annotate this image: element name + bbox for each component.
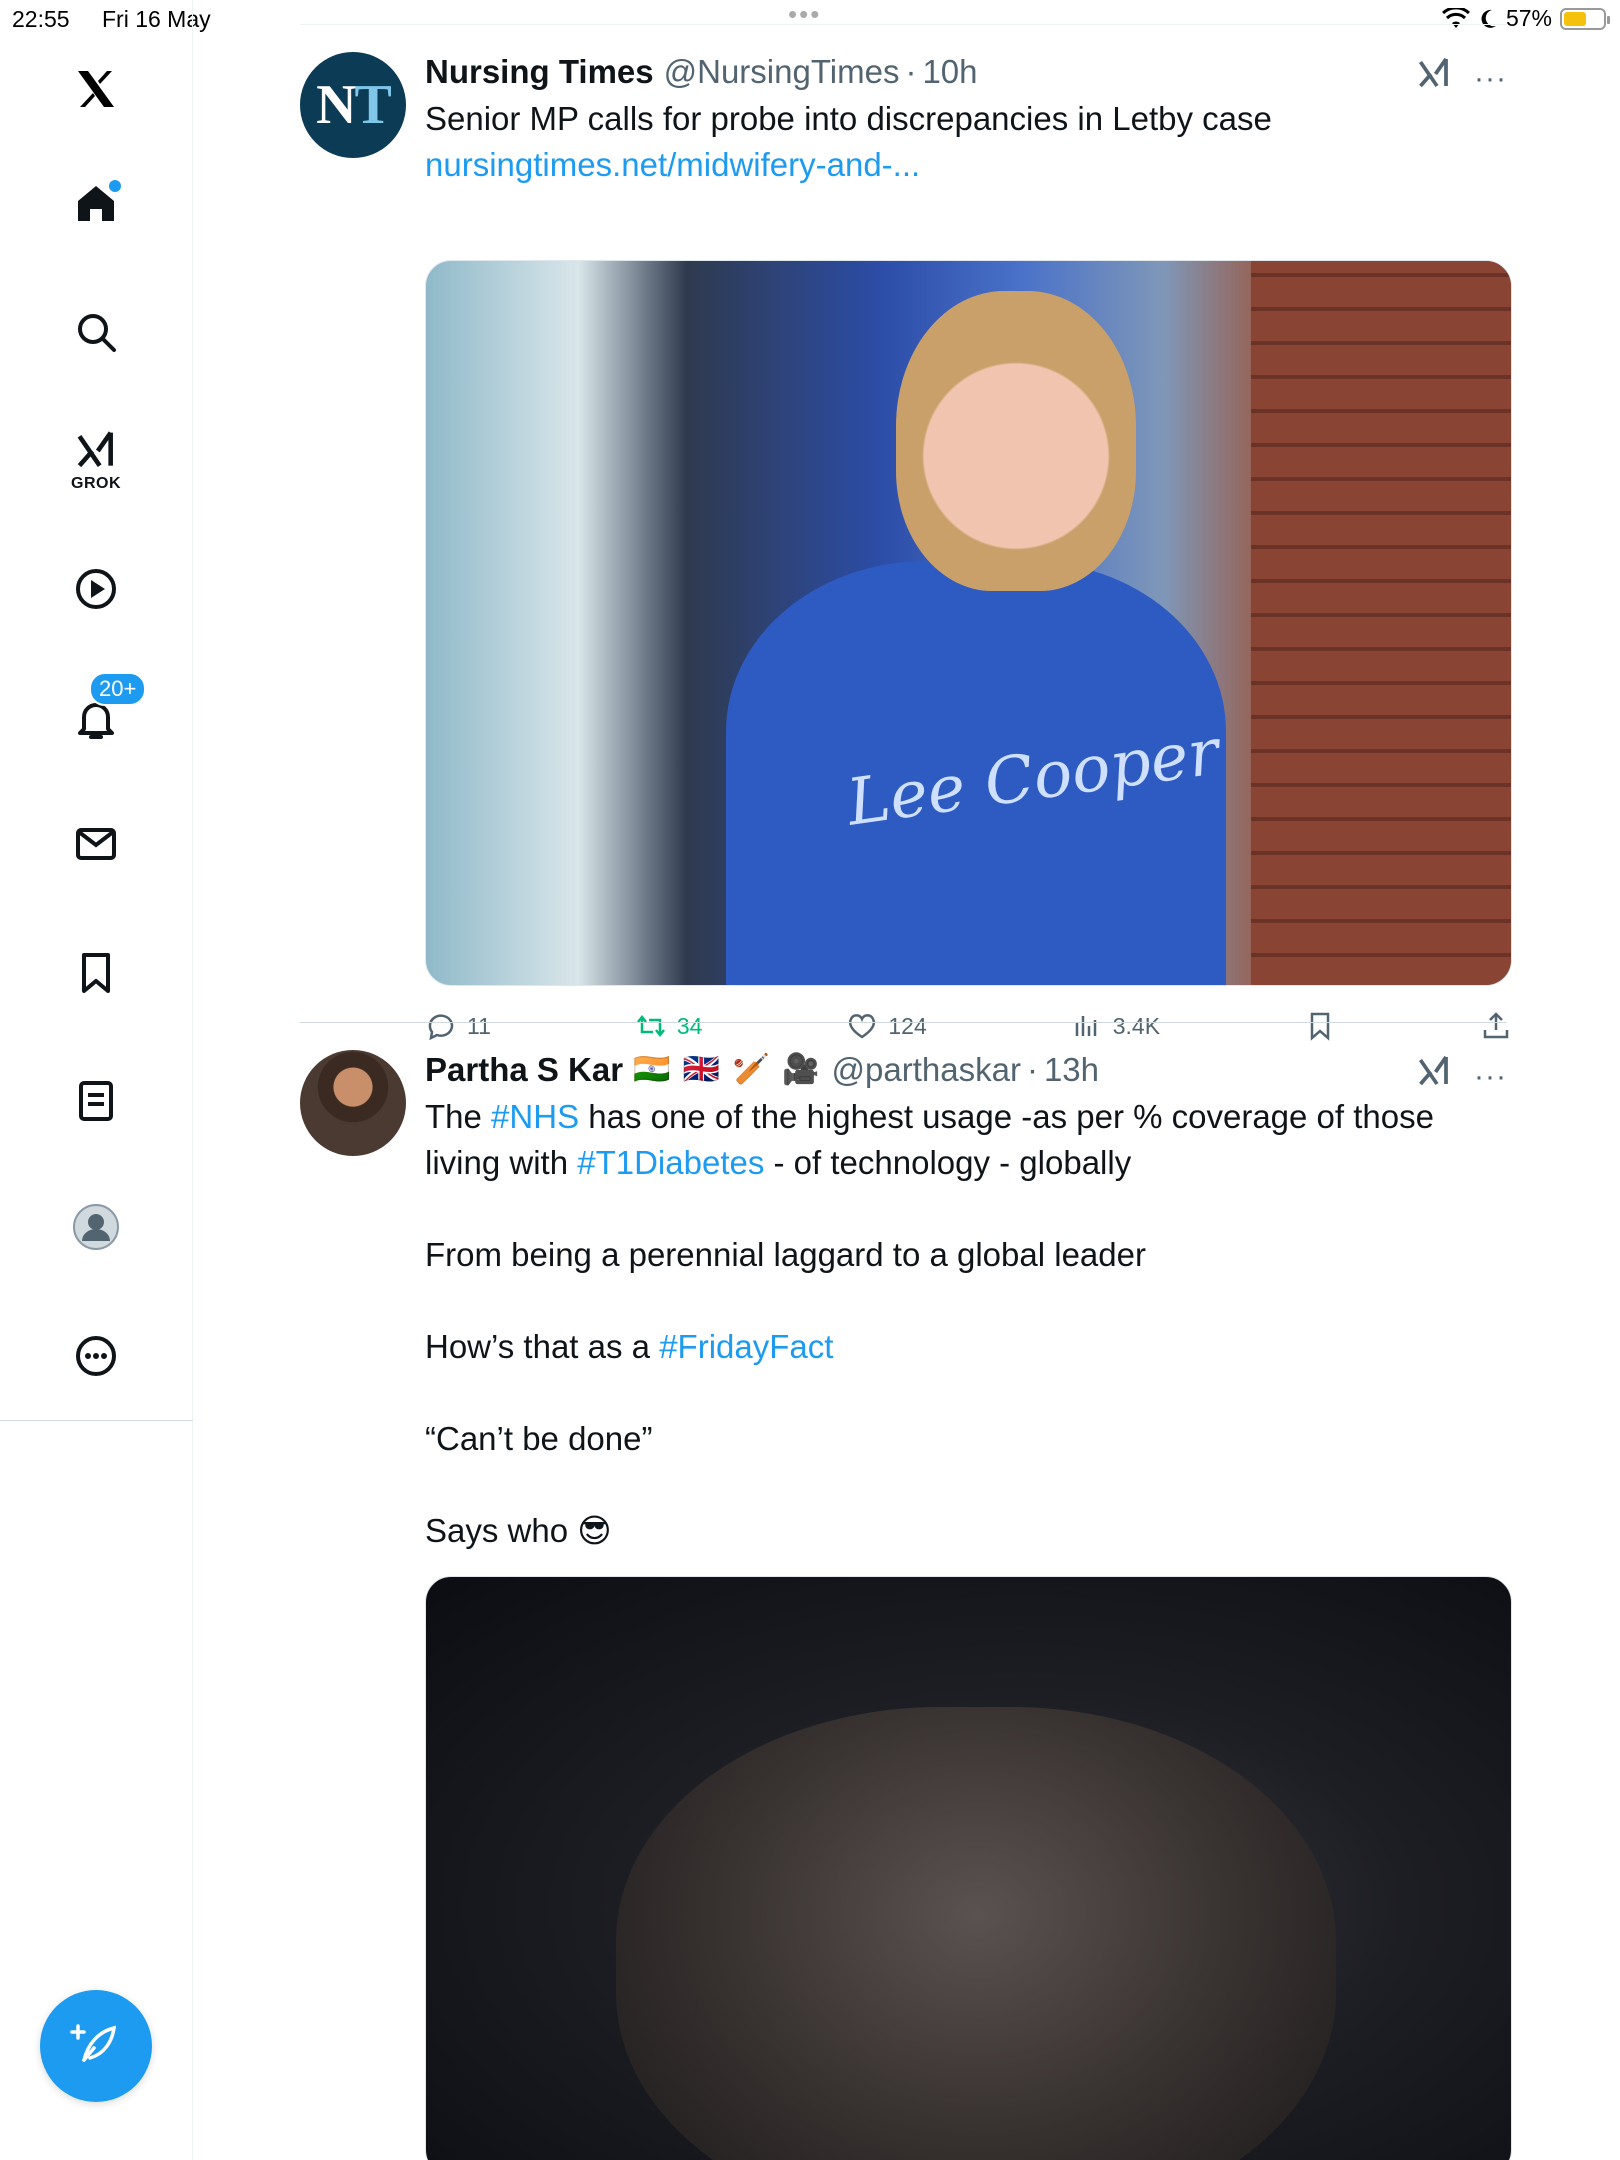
home-unread-dot [109,180,121,192]
reply-count: 11 [467,1012,491,1039]
tweet-text: Senior MP calls for probe into discrepan… [425,100,1272,137]
sidebar-item-lists[interactable] [55,1060,137,1142]
tweet-link[interactable]: nursingtimes.net/midwifery-and-... [425,142,1507,188]
more-options-icon[interactable]: ··· [1474,1061,1507,1091]
author-flags: 🇮🇳 🇬🇧 🏏 🎥 [633,1053,822,1086]
sidebar: GROK 20+ [0,0,193,2160]
x-logo-icon[interactable] [55,48,137,130]
tweet-body: Partha S Kar 🇮🇳 🇬🇧 🏏 🎥 @parthaskar · 13h… [425,1050,1507,1554]
bookmark-icon [82,953,110,993]
sidebar-item-messages[interactable] [55,803,137,885]
views-count: 3.4K [1112,1012,1161,1039]
repost-count: 34 [676,1012,703,1039]
more-circle-icon [76,1336,116,1376]
grok-icon[interactable] [1416,56,1452,101]
views-button[interactable]: 3.4K [1071,1010,1160,1042]
battery-icon [1560,7,1610,30]
tweet-header: Partha S Kar 🇮🇳 🇬🇧 🏏 🎥 @parthaskar · 13h… [425,1050,1507,1091]
repost-button[interactable]: 34 [635,1010,703,1042]
tweet-text-para-3: How’s that as a #FridayFact [425,1328,834,1365]
share-icon [1483,1012,1509,1039]
more-options-icon[interactable]: ··· [1474,63,1507,93]
tweet-text-line-1: The #NHS has one of the highest usage -a… [425,1098,1434,1135]
share-button[interactable] [1480,1010,1512,1042]
bookmark-icon [1310,1012,1330,1041]
timeline: NT Nursing Times @NursingTimes · 10h ···… [193,0,1513,2160]
sidebar-item-explore[interactable] [55,291,137,373]
repost-icon [636,1014,665,1038]
grok-icon [77,431,113,468]
sidebar-item-more[interactable] [55,1315,137,1397]
tweet-image[interactable]: Lee Cooper [425,260,1512,986]
sidebar-item-video[interactable] [55,548,137,630]
list-icon [79,1081,113,1121]
bookmark-button[interactable] [1304,1010,1336,1042]
mail-icon [76,828,116,860]
tweet-actions: 11 34 124 3.4K [425,1002,1512,1050]
sidebar-item-profile[interactable] [55,1186,137,1268]
play-icon [76,569,116,609]
grok-label: GROK [71,475,121,492]
like-button[interactable]: 124 [846,1010,927,1042]
author-handle[interactable]: @NursingTimes [664,52,900,92]
tweet-video[interactable] [425,1576,1512,2160]
tweet-time[interactable]: 13h [1044,1050,1099,1090]
notifications-badge: 20+ [89,672,147,706]
author-handle[interactable]: @parthaskar [832,1050,1021,1090]
tweet-divider [300,1022,1507,1023]
heart-icon [849,1014,876,1039]
hashtag-nhs[interactable]: #NHS [491,1098,579,1135]
views-icon [1075,1016,1096,1036]
reply-icon [428,1014,454,1041]
tweet-body: Nursing Times @NursingTimes · 10h ··· Se… [425,52,1512,1041]
author-name[interactable]: Partha S Kar [425,1050,623,1090]
tweet-header: Nursing Times @NursingTimes · 10h ··· [425,52,1507,93]
search-icon [78,314,116,352]
compose-button[interactable] [40,1990,152,2102]
avatar[interactable]: NT [300,52,406,158]
tweet-time[interactable]: 10h [922,52,977,92]
profile-icon [73,1204,119,1250]
battery-fill [1564,11,1586,26]
sidebar-item-grok[interactable]: GROK [55,420,137,502]
sidebar-item-bookmarks[interactable] [55,932,137,1014]
hashtag-t1diabetes[interactable]: #T1Diabetes [577,1144,764,1181]
compose-icon [70,2024,117,2062]
tweet-text-line-2: living with #T1Diabetes - of technology … [425,1144,1132,1181]
hashtag-fridayfact[interactable]: #FridayFact [659,1328,833,1365]
author-name[interactable]: Nursing Times [425,52,654,92]
sidebar-item-home[interactable] [55,162,137,244]
grok-icon[interactable] [1416,1054,1452,1099]
tweet-text-para-5: Says who 😎 [425,1512,612,1549]
like-count: 124 [888,1012,927,1039]
tweet-text-para-4: “Can’t be done” [425,1420,653,1457]
tweet-text-para-2: From being a perennial laggard to a glob… [425,1236,1146,1273]
reply-button[interactable]: 11 [425,1010,491,1042]
feed-top-divider [300,24,1507,25]
sidebar-item-notifications[interactable]: 20+ [55,672,147,760]
sidebar-separator [0,1420,193,1421]
avatar[interactable] [300,1050,406,1156]
